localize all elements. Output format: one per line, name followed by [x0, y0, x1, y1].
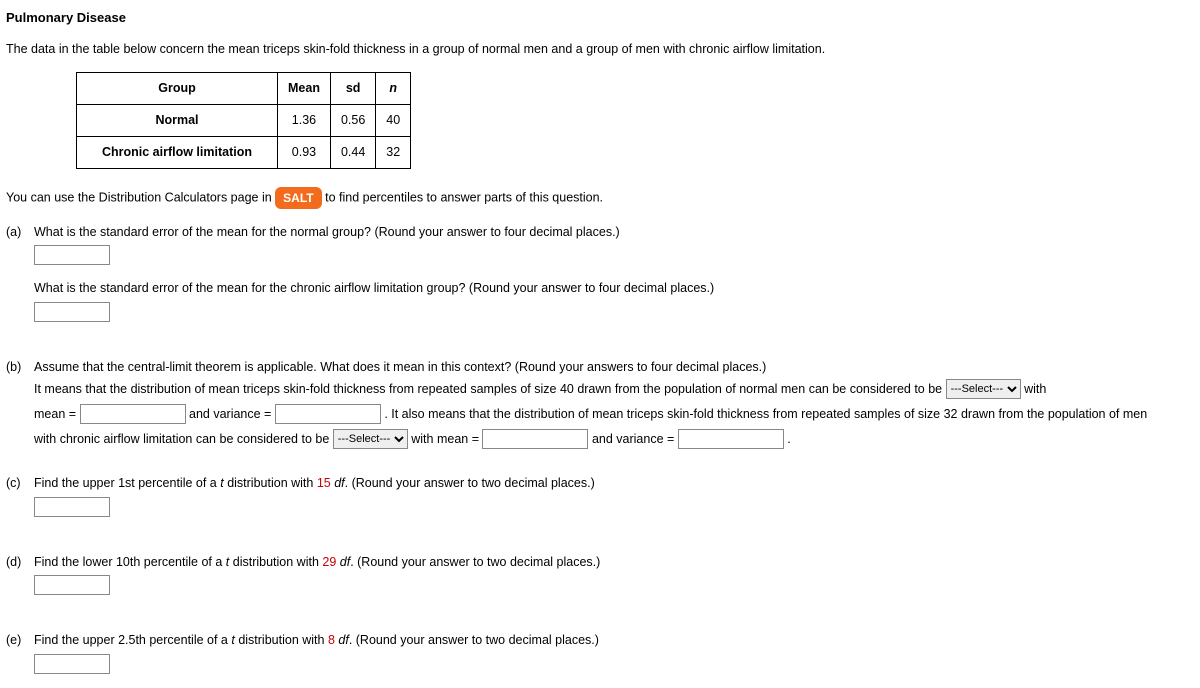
part-b-mean-2[interactable] [482, 429, 588, 449]
page-title: Pulmonary Disease [6, 8, 1194, 28]
cell-n: 32 [376, 136, 411, 168]
part-a-input-2[interactable] [34, 302, 110, 322]
part-d-q: Find the lower 10th percentile of a t di… [34, 553, 1194, 572]
part-a-q1: What is the standard error of the mean f… [34, 223, 1194, 242]
part-c-input[interactable] [34, 497, 110, 517]
part-b-text1: It means that the distribution of mean t… [34, 382, 946, 396]
cell-mean: 0.93 [278, 136, 331, 168]
part-b-lead: Assume that the central-limit theorem is… [34, 358, 1194, 377]
part-a-label: (a) [6, 223, 34, 337]
part-b-with: with [1024, 382, 1046, 396]
table-row: Chronic airflow limitation 0.93 0.44 32 [77, 136, 411, 168]
part-b-period: . [787, 432, 790, 446]
data-table: Group Mean sd n Normal 1.36 0.56 40 Chro… [76, 72, 411, 168]
part-e-q: Find the upper 2.5th percentile of a t d… [34, 631, 1194, 650]
part-b-fill: It means that the distribution of mean t… [34, 377, 1194, 452]
part-d-label: (d) [6, 553, 34, 610]
part-b-var-label: and variance = [189, 407, 275, 421]
part-b-var-label-2: and variance = [592, 432, 678, 446]
part-a-q2: What is the standard error of the mean f… [34, 279, 1194, 298]
part-b-with-mean: with mean = [411, 432, 482, 446]
part-b-label: (b) [6, 358, 34, 452]
col-mean: Mean [278, 73, 331, 105]
part-e-input[interactable] [34, 654, 110, 674]
part-b-select-1[interactable]: ---Select--- [946, 379, 1021, 399]
part-b-mean-1[interactable] [80, 404, 186, 424]
cell-group: Normal [77, 105, 278, 137]
part-d-input[interactable] [34, 575, 110, 595]
part-b-mean-label: mean = [34, 407, 80, 421]
part-b-select-2[interactable]: ---Select--- [333, 429, 408, 449]
part-b-text2: . It also means that the distribution of… [384, 407, 1147, 421]
part-a-input-1[interactable] [34, 245, 110, 265]
salt-instruction: You can use the Distribution Calculators… [6, 187, 1194, 209]
part-b-var-2[interactable] [678, 429, 784, 449]
cell-sd: 0.56 [330, 105, 375, 137]
cell-sd: 0.44 [330, 136, 375, 168]
cell-group: Chronic airflow limitation [77, 136, 278, 168]
part-c-q: Find the upper 1st percentile of a t dis… [34, 474, 1194, 493]
part-b-var-1[interactable] [275, 404, 381, 424]
part-b-text3: with chronic airflow limitation can be c… [34, 432, 333, 446]
col-group: Group [77, 73, 278, 105]
part-e-label: (e) [6, 631, 34, 674]
salt-pre: You can use the Distribution Calculators… [6, 190, 275, 204]
part-c-label: (c) [6, 474, 34, 531]
table-row: Normal 1.36 0.56 40 [77, 105, 411, 137]
cell-n: 40 [376, 105, 411, 137]
salt-post: to find percentiles to answer parts of t… [325, 190, 603, 204]
cell-mean: 1.36 [278, 105, 331, 137]
col-sd: sd [330, 73, 375, 105]
intro-text: The data in the table below concern the … [6, 40, 1194, 59]
salt-badge[interactable]: SALT [275, 187, 321, 209]
col-n: n [376, 73, 411, 105]
